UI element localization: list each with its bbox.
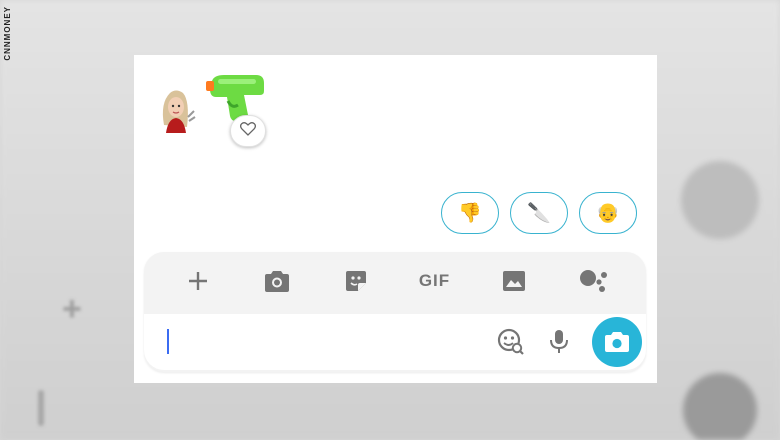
chat-window: 👎 🔪 👴 GIF xyxy=(134,55,657,383)
smart-reply-suggestions: 👎 🔪 👴 xyxy=(441,192,637,234)
microphone-icon[interactable] xyxy=(544,327,574,357)
heart-icon xyxy=(239,121,257,141)
assistant-icon[interactable] xyxy=(573,261,613,301)
message-input-area[interactable] xyxy=(144,314,646,370)
gif-button[interactable]: GIF xyxy=(415,261,455,301)
camera-icon xyxy=(605,332,629,352)
watermark: CNNMONEY xyxy=(3,6,12,61)
suggestion-old-man[interactable]: 👴 xyxy=(579,192,637,234)
suggestion-thumbs-down[interactable]: 👎 xyxy=(441,192,499,234)
camera-button[interactable] xyxy=(592,317,642,367)
compose-actions xyxy=(496,317,642,367)
sticker-search-icon[interactable] xyxy=(496,327,526,357)
background-cursor-shape xyxy=(38,390,44,426)
suggestion-knife[interactable]: 🔪 xyxy=(510,192,568,234)
image-icon[interactable] xyxy=(494,261,534,301)
camera-icon[interactable] xyxy=(257,261,297,301)
heart-reaction-button[interactable] xyxy=(230,115,266,147)
attachment-toolbar: GIF xyxy=(144,260,646,302)
background-plus-icon: + xyxy=(62,290,82,328)
plus-icon[interactable] xyxy=(178,261,218,301)
avatar[interactable] xyxy=(156,85,196,133)
compose-panel: GIF xyxy=(144,252,646,372)
sticker-icon[interactable] xyxy=(336,261,376,301)
text-cursor xyxy=(167,329,169,354)
